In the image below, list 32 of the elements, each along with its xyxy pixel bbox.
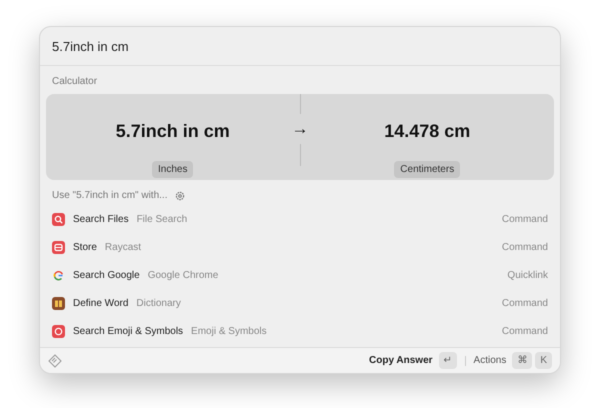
section-title: Calculator [51,75,98,89]
key-hint: ⌘ [512,352,532,369]
result-text: 14.478 cm [384,120,470,143]
copy-answer-button[interactable]: Copy Answer [369,353,433,368]
result-type: Command [502,296,548,310]
result-item[interactable]: Search Google [73,268,140,282]
section-title: Use "5.7inch in cm" with... [52,189,168,203]
unit-label: Centimeters [394,161,460,178]
unit-label: Inches [152,161,194,178]
arrow-text: → [292,118,308,140]
result-subtitle: Emoji & Symbols [191,324,267,338]
result-type: Quicklink [507,268,548,282]
result-type: Command [502,212,548,226]
logo-icon [48,354,62,368]
calculator-card[interactable]: 5.7inch in cm Inches → 14.478 cm Centimeters [46,94,554,180]
result-subtitle: Google Chrome [148,268,218,282]
expression-text: 5.7inch in cm [116,120,230,143]
result-item[interactable]: Store [73,240,97,254]
key-hint: K [535,352,552,369]
result-item[interactable]: Search Files [73,212,129,226]
letter-g-icon [52,268,65,282]
result-item[interactable]: Define Word [73,296,128,310]
result-subtitle: Dictionary [136,296,181,310]
actions-button[interactable]: Actions [474,353,506,368]
search-field[interactable]: 5.7inch in cm [52,34,548,58]
result-subtitle: Raycast [104,240,142,254]
settings-icon[interactable] [175,190,186,200]
key-hint: ↵ [438,352,457,369]
result-type: Command [502,324,548,338]
result-subtitle: File Search [136,212,188,226]
result-item[interactable]: Search Emoji & Symbols [73,324,184,338]
result-type: Command [502,240,548,254]
